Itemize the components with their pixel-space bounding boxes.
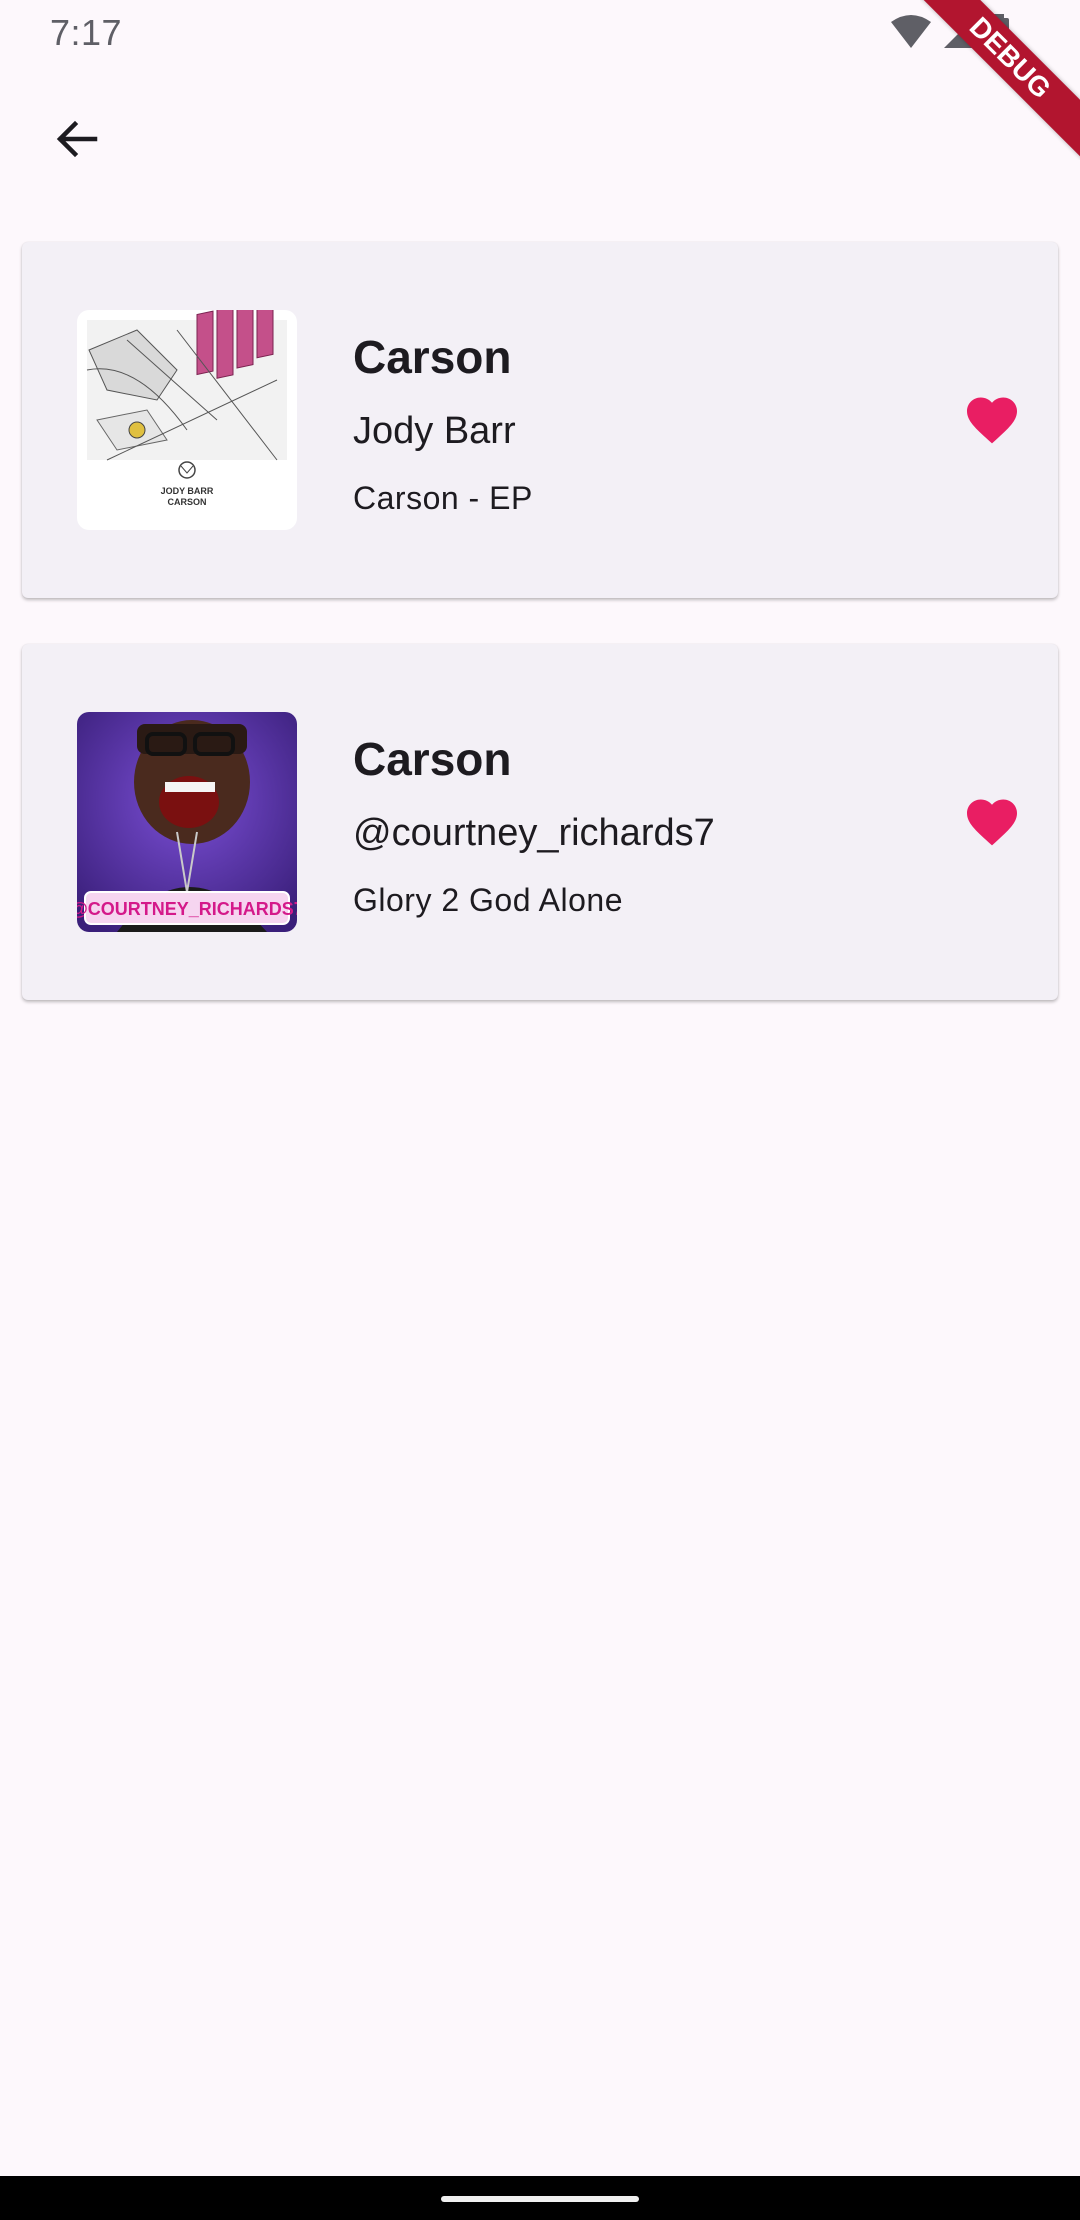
- arrow-left-icon: [56, 120, 98, 158]
- track-album: Glory 2 God Alone: [353, 882, 623, 918]
- track-artist: @courtney_richards7: [353, 812, 715, 854]
- status-icons: [890, 14, 1010, 50]
- favorite-track-card[interactable]: JODY BARR CARSON Carson Jody Barr Carson…: [22, 242, 1058, 598]
- svg-text:CARSON: CARSON: [167, 497, 206, 507]
- track-artist: Jody Barr: [353, 410, 516, 452]
- wifi-icon: [891, 15, 931, 48]
- system-navigation-bar: [0, 2176, 1080, 2220]
- home-gesture-handle[interactable]: [441, 2196, 639, 2202]
- svg-text:JODY BARR: JODY BARR: [161, 486, 214, 496]
- track-title: Carson: [353, 733, 512, 785]
- album-artwork: JODY BARR CARSON: [77, 310, 297, 530]
- track-album: Carson - EP: [353, 480, 533, 516]
- signal-icon: [944, 16, 976, 48]
- album-artwork: @COURTNEY_RICHARDS7: [77, 712, 297, 932]
- status-time: 7:17: [50, 12, 123, 53]
- battery-icon: [989, 14, 1009, 50]
- back-button[interactable]: [40, 102, 114, 176]
- heart-icon[interactable]: [962, 390, 1022, 450]
- status-bar: 7:17: [0, 0, 1080, 66]
- heart-icon[interactable]: [962, 792, 1022, 852]
- track-title: Carson: [353, 331, 512, 383]
- svg-text:@COURTNEY_RICHARDS7: @COURTNEY_RICHARDS7: [77, 899, 297, 919]
- favorite-track-card[interactable]: @COURTNEY_RICHARDS7 Carson @courtney_ric…: [22, 644, 1058, 1000]
